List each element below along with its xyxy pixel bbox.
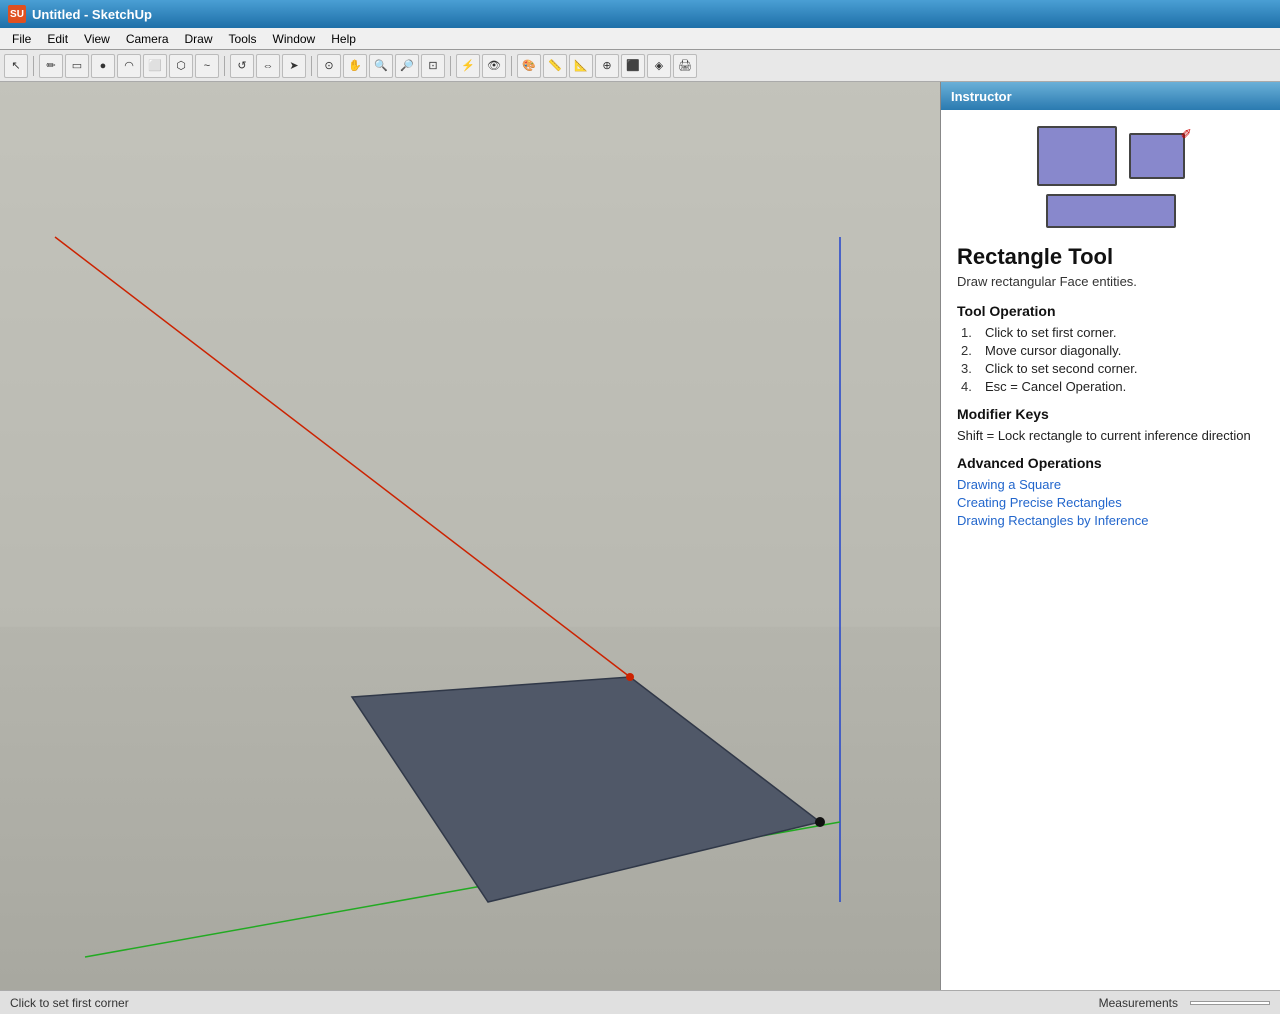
- op-num: 4.: [961, 379, 979, 394]
- viewport[interactable]: [0, 82, 940, 990]
- advanced-link[interactable]: Creating Precise Rectangles: [957, 495, 1264, 510]
- advanced-link[interactable]: Drawing Rectangles by Inference: [957, 513, 1264, 528]
- status-message: Click to set first corner: [10, 996, 129, 1010]
- menu-item-camera[interactable]: Camera: [118, 30, 177, 48]
- scene-svg: [0, 82, 940, 990]
- toolbar-separator: [33, 56, 34, 76]
- op-text: Click to set first corner.: [985, 325, 1116, 340]
- tool-protractor[interactable]: 📐: [569, 54, 593, 78]
- status-right: Measurements: [1099, 996, 1270, 1010]
- tool-polygon[interactable]: ⬡: [169, 54, 193, 78]
- menu-item-file[interactable]: File: [4, 30, 39, 48]
- toolbar-separator: [450, 56, 451, 76]
- instructor-body: ✏ Rectangle Tool Draw rectangular Face e…: [941, 110, 1280, 990]
- tool-print[interactable]: 🖨: [673, 54, 697, 78]
- tool-zoomout[interactable]: 🔎: [395, 54, 419, 78]
- status-bar: Click to set first corner Measurements: [0, 990, 1280, 1014]
- op-text: Esc = Cancel Operation.: [985, 379, 1126, 394]
- tool-freehand[interactable]: ~: [195, 54, 219, 78]
- menu-bar: FileEditViewCameraDrawToolsWindowHelp: [0, 28, 1280, 50]
- instructor-panel: Instructor ✏ Rectangle Tool Draw rectang…: [940, 82, 1280, 990]
- tool-paint2[interactable]: 🎨: [517, 54, 541, 78]
- toolbar-separator: [224, 56, 225, 76]
- app-icon: SU: [8, 5, 26, 23]
- tool-walk[interactable]: ⚡: [456, 54, 480, 78]
- instructor-illustration: ✏: [957, 126, 1264, 228]
- menu-item-draw[interactable]: Draw: [177, 30, 221, 48]
- measurement-label: Measurements: [1099, 996, 1178, 1010]
- operation-item: 4. Esc = Cancel Operation.: [961, 379, 1264, 394]
- tool-paint[interactable]: ✏: [39, 54, 63, 78]
- advanced-section-title: Advanced Operations: [957, 455, 1264, 471]
- modifier-section-title: Modifier Keys: [957, 406, 1264, 422]
- measurement-input[interactable]: [1190, 1001, 1270, 1005]
- tool-pan[interactable]: ✋: [343, 54, 367, 78]
- instructor-header: Instructor: [941, 82, 1280, 110]
- tool-circle[interactable]: ●: [91, 54, 115, 78]
- operation-list: 1. Click to set first corner. 2. Move curso…: [957, 325, 1264, 394]
- tool-orbit[interactable]: ⊙: [317, 54, 341, 78]
- operation-item: 3. Click to set second corner.: [961, 361, 1264, 376]
- tool-measure[interactable]: 📏: [543, 54, 567, 78]
- operation-section-title: Tool Operation: [957, 303, 1264, 319]
- tool-lookaround[interactable]: 👁: [482, 54, 506, 78]
- tool-material[interactable]: ◈: [647, 54, 671, 78]
- menu-item-view[interactable]: View: [76, 30, 118, 48]
- menu-item-help[interactable]: Help: [323, 30, 364, 48]
- rect-wide-icon: [1046, 194, 1176, 228]
- toolbar: ↖ ✏▭●◠⬜⬡~ ↺⇔➤ ⊙✋🔍🔎⊡ ⚡👁 🎨📏📐⊕⬛◈🖨: [0, 50, 1280, 82]
- toolbar-separator: [511, 56, 512, 76]
- menu-item-tools[interactable]: Tools: [221, 30, 265, 48]
- pencil-icon: ✏: [1176, 123, 1196, 143]
- op-text: Click to set second corner.: [985, 361, 1137, 376]
- advanced-links: Drawing a Square Creating Precise Rectang…: [957, 477, 1264, 528]
- tool-subtitle: Draw rectangular Face entities.: [957, 274, 1264, 289]
- tool-rectangle[interactable]: ▭: [65, 54, 89, 78]
- operation-item: 2. Move cursor diagonally.: [961, 343, 1264, 358]
- menu-item-edit[interactable]: Edit: [39, 30, 76, 48]
- title-bar: SU Untitled - SketchUp: [0, 0, 1280, 28]
- operation-item: 1. Click to set first corner.: [961, 325, 1264, 340]
- tool-pushpull2[interactable]: ⬛: [621, 54, 645, 78]
- tool-zoomextents[interactable]: ⊡: [421, 54, 445, 78]
- op-text: Move cursor diagonally.: [985, 343, 1121, 358]
- tool-select[interactable]: ↖: [4, 54, 28, 78]
- tool-axes[interactable]: ⊕: [595, 54, 619, 78]
- tool-scale[interactable]: ⇔: [256, 54, 280, 78]
- tool-rotate[interactable]: ↺: [230, 54, 254, 78]
- toolbar-separator: [311, 56, 312, 76]
- op-num: 3.: [961, 361, 979, 376]
- advanced-link[interactable]: Drawing a Square: [957, 477, 1264, 492]
- op-num: 1.: [961, 325, 979, 340]
- tool-title: Rectangle Tool: [957, 244, 1264, 270]
- rect-large-icon: [1037, 126, 1117, 186]
- window-title: Untitled - SketchUp: [32, 7, 152, 22]
- menu-item-window[interactable]: Window: [265, 30, 324, 48]
- tool-followme[interactable]: ➤: [282, 54, 306, 78]
- rect-medium-icon: ✏: [1129, 133, 1185, 179]
- main-area: Instructor ✏ Rectangle Tool Draw rectang…: [0, 82, 1280, 990]
- tool-arc[interactable]: ◠: [117, 54, 141, 78]
- op-num: 2.: [961, 343, 979, 358]
- instructor-title-label: Instructor: [951, 89, 1012, 104]
- tool-pushpull[interactable]: ⬜: [143, 54, 167, 78]
- modifier-text: Shift = Lock rectangle to current infere…: [957, 428, 1264, 443]
- tool-zoomin[interactable]: 🔍: [369, 54, 393, 78]
- rect-row-top: ✏: [1037, 126, 1185, 186]
